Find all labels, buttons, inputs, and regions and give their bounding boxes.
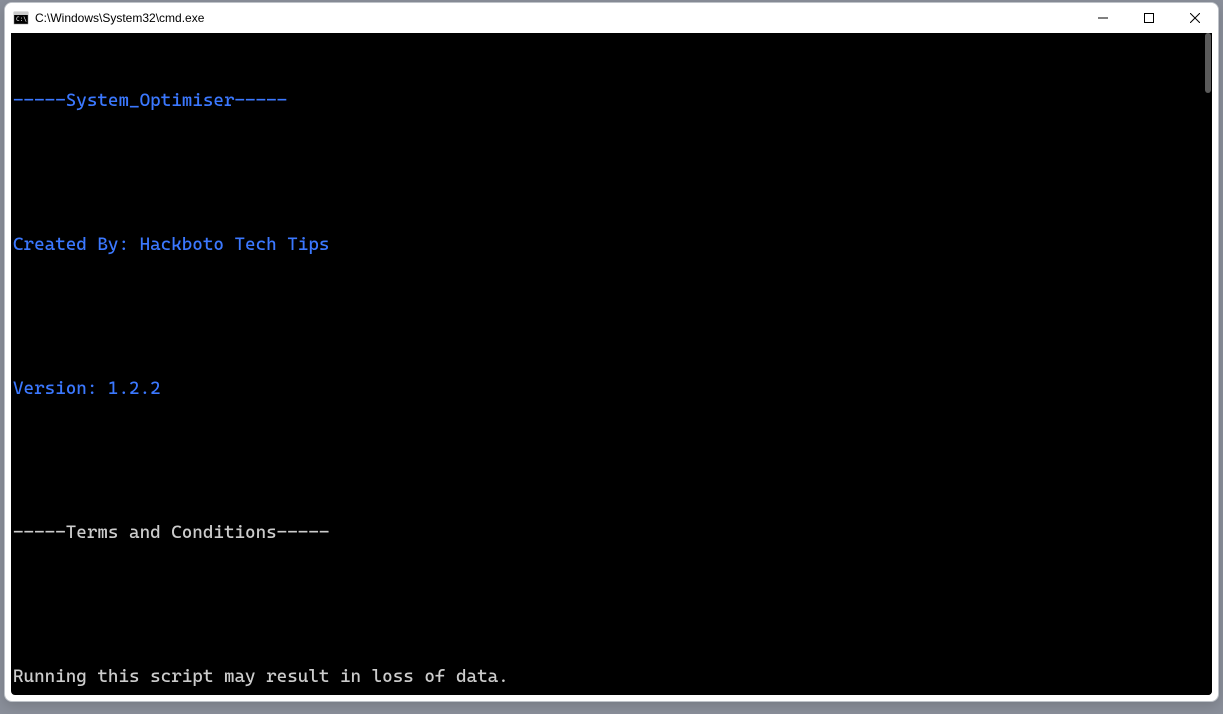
- header-created-by: Created By: Hackboto Tech Tips: [13, 233, 1212, 257]
- scrollbar-thumb[interactable]: [1205, 33, 1211, 93]
- blank-line: [13, 593, 1212, 617]
- scrollbar[interactable]: [1198, 33, 1212, 695]
- header-version: Version: 1.2.2: [13, 377, 1212, 401]
- blank-line: [13, 449, 1212, 473]
- window-controls: [1080, 3, 1218, 33]
- terms-line-1: Running this script may result in loss o…: [13, 665, 1212, 689]
- svg-text:C:\: C:\: [16, 16, 27, 23]
- minimize-button[interactable]: [1080, 3, 1126, 33]
- terms-title: -----Terms and Conditions-----: [13, 521, 1212, 545]
- cmd-icon: C:\: [13, 10, 29, 26]
- terminal[interactable]: -----System_Optimiser----- Created By: H…: [11, 33, 1212, 695]
- titlebar[interactable]: C:\ C:\Windows\System32\cmd.exe: [5, 3, 1218, 33]
- header-title: -----System_Optimiser-----: [13, 89, 1212, 113]
- blank-line: [13, 161, 1212, 185]
- app-window: C:\ C:\Windows\System32\cmd.exe -----Sys…: [4, 2, 1219, 702]
- blank-line: [13, 305, 1212, 329]
- window-title: C:\Windows\System32\cmd.exe: [35, 11, 1080, 25]
- maximize-button[interactable]: [1126, 3, 1172, 33]
- close-button[interactable]: [1172, 3, 1218, 33]
- terminal-content: -----System_Optimiser----- Created By: H…: [11, 41, 1212, 695]
